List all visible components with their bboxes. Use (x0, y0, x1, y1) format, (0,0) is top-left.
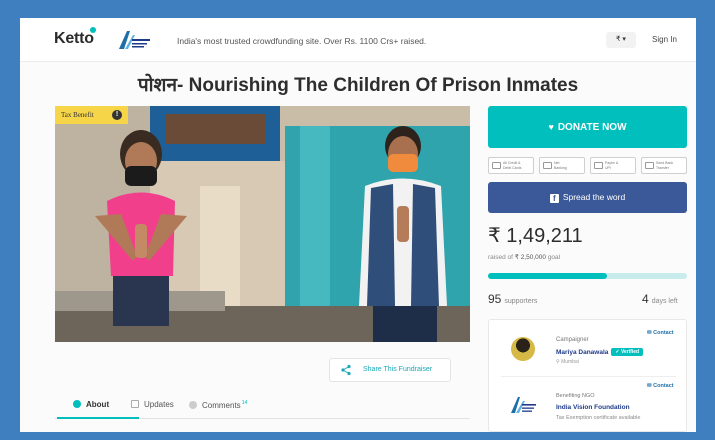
payment-method-line: Banking (554, 166, 567, 170)
logo-dot-icon (90, 27, 96, 33)
india-vision-foundation-logo (115, 27, 153, 53)
top-navbar: Ketto India's most trusted crowdfunding … (20, 18, 696, 62)
spread-the-word-button[interactable]: f Spread the word (488, 182, 687, 213)
goal-text: raised of ₹ 2,50,000 goal (488, 253, 560, 261)
contact-ngo-link[interactable]: ✉ Contact (647, 383, 674, 389)
tab-comments-label: Comments (202, 401, 241, 410)
supporters-number: 95 (488, 292, 502, 306)
payment-method-line: Net (554, 161, 560, 165)
campaigner-avatar[interactable] (511, 337, 535, 361)
page-title: पोशन- Nourishing The Children Of Prison … (137, 75, 579, 96)
days-number: 4 (642, 292, 649, 306)
contact-campaigner-link[interactable]: ✉ Contact (647, 330, 674, 336)
wallet-icon (594, 162, 603, 169)
donate-label: DONATE NOW (557, 122, 627, 133)
ngo-logo[interactable] (508, 394, 538, 416)
supporters-label: supporters (504, 298, 538, 305)
bank-icon (543, 162, 552, 169)
progress-fill (488, 273, 607, 279)
donate-now-button[interactable]: ♥ DONATE NOW (488, 106, 687, 148)
payment-method-line: Paytm & (605, 161, 619, 165)
days-label: days left (651, 298, 678, 305)
tax-benefit-label: Tax Benefit (61, 111, 94, 119)
comments-count-badge: 14 (241, 400, 248, 406)
payment-method-line: Debit Cards (503, 166, 522, 170)
content-tabs: About Updates Comments14 (55, 391, 470, 419)
campaign-page: Ketto India's most trusted crowdfunding … (20, 18, 696, 432)
campaigner-role: Campaigner (556, 337, 589, 343)
payment-method-line: All Credit & (503, 161, 521, 165)
amount-raised: ₹ 1,49,211 (488, 225, 583, 247)
spread-label: Spread the word (562, 192, 626, 202)
payment-method-line: Transfer (656, 166, 669, 170)
active-tab-indicator (57, 417, 139, 419)
comments-icon (189, 401, 197, 409)
location-text: Mumbai (561, 359, 579, 365)
card-divider (501, 376, 676, 377)
payment-method-netbanking: Net Banking (539, 157, 585, 174)
contact-label: Contact (653, 330, 674, 336)
goal-suffix: goal (547, 254, 561, 261)
verified-label: Verified (620, 349, 640, 355)
info-icon[interactable]: ! (112, 110, 122, 120)
facebook-icon: f (549, 194, 559, 203)
ngo-name[interactable]: India Vision Foundation (556, 404, 630, 411)
goal-prefix: raised of (488, 254, 513, 261)
campaign-hero-image[interactable] (55, 106, 470, 342)
currency-selector[interactable]: ₹ ▾ (606, 32, 636, 48)
campaigner-location: ⚲ Mumbai (556, 359, 579, 365)
payment-methods: All Credit & Debit Cards Net Banking Paytm… (488, 157, 687, 174)
contact-label: Contact (653, 383, 674, 389)
payment-method-cards: All Credit & Debit Cards (488, 157, 534, 174)
signin-link[interactable]: Sign In (652, 35, 677, 44)
goal-amount: ₹ 2,50,000 (514, 254, 546, 261)
campaigner-name[interactable]: Mariya Danawala ✓ Verified (556, 348, 644, 356)
about-icon (73, 400, 81, 408)
header-tagline: India's most trusted crowdfunding site. … (177, 36, 427, 46)
share-fundraiser-button[interactable]: Share This Fundraiser (329, 358, 451, 382)
updates-icon (131, 400, 139, 408)
share-icon (341, 364, 351, 376)
tab-about-label: About (86, 400, 110, 409)
ngo-role: Benefiting NGO (556, 393, 595, 399)
card-icon (492, 162, 501, 169)
supporters-count: 95 supporters (488, 292, 537, 306)
payment-method-line: Send Bank (656, 161, 674, 165)
days-left: 4 days left (642, 292, 678, 306)
tab-comments[interactable]: Comments14 (189, 400, 247, 410)
share-label: Share This Fundraiser (363, 366, 433, 373)
tab-updates-label: Updates (144, 400, 174, 409)
heart-icon: ♥ (548, 122, 554, 132)
campaigner-card: ✉ Contact Campaigner Mariya Danawala ✓ Ve… (488, 319, 687, 432)
payment-method-upi: Paytm & UPI (590, 157, 636, 174)
funding-progress-bar (488, 273, 687, 279)
payment-method-bank-transfer: Send Bank Transfer (641, 157, 687, 174)
tab-about[interactable]: About (73, 400, 109, 409)
transfer-icon (645, 162, 654, 169)
tab-updates[interactable]: Updates (131, 400, 174, 409)
ngo-note: Tax Exemption certificate available (556, 415, 641, 421)
ketto-logo[interactable]: Ketto (54, 30, 94, 48)
campaigner-name-text: Mariya Danawala (556, 349, 609, 356)
verified-badge: ✓ Verified (611, 348, 644, 356)
tax-benefit-badge: Tax Benefit ! (55, 106, 128, 124)
payment-method-line: UPI (605, 166, 611, 170)
